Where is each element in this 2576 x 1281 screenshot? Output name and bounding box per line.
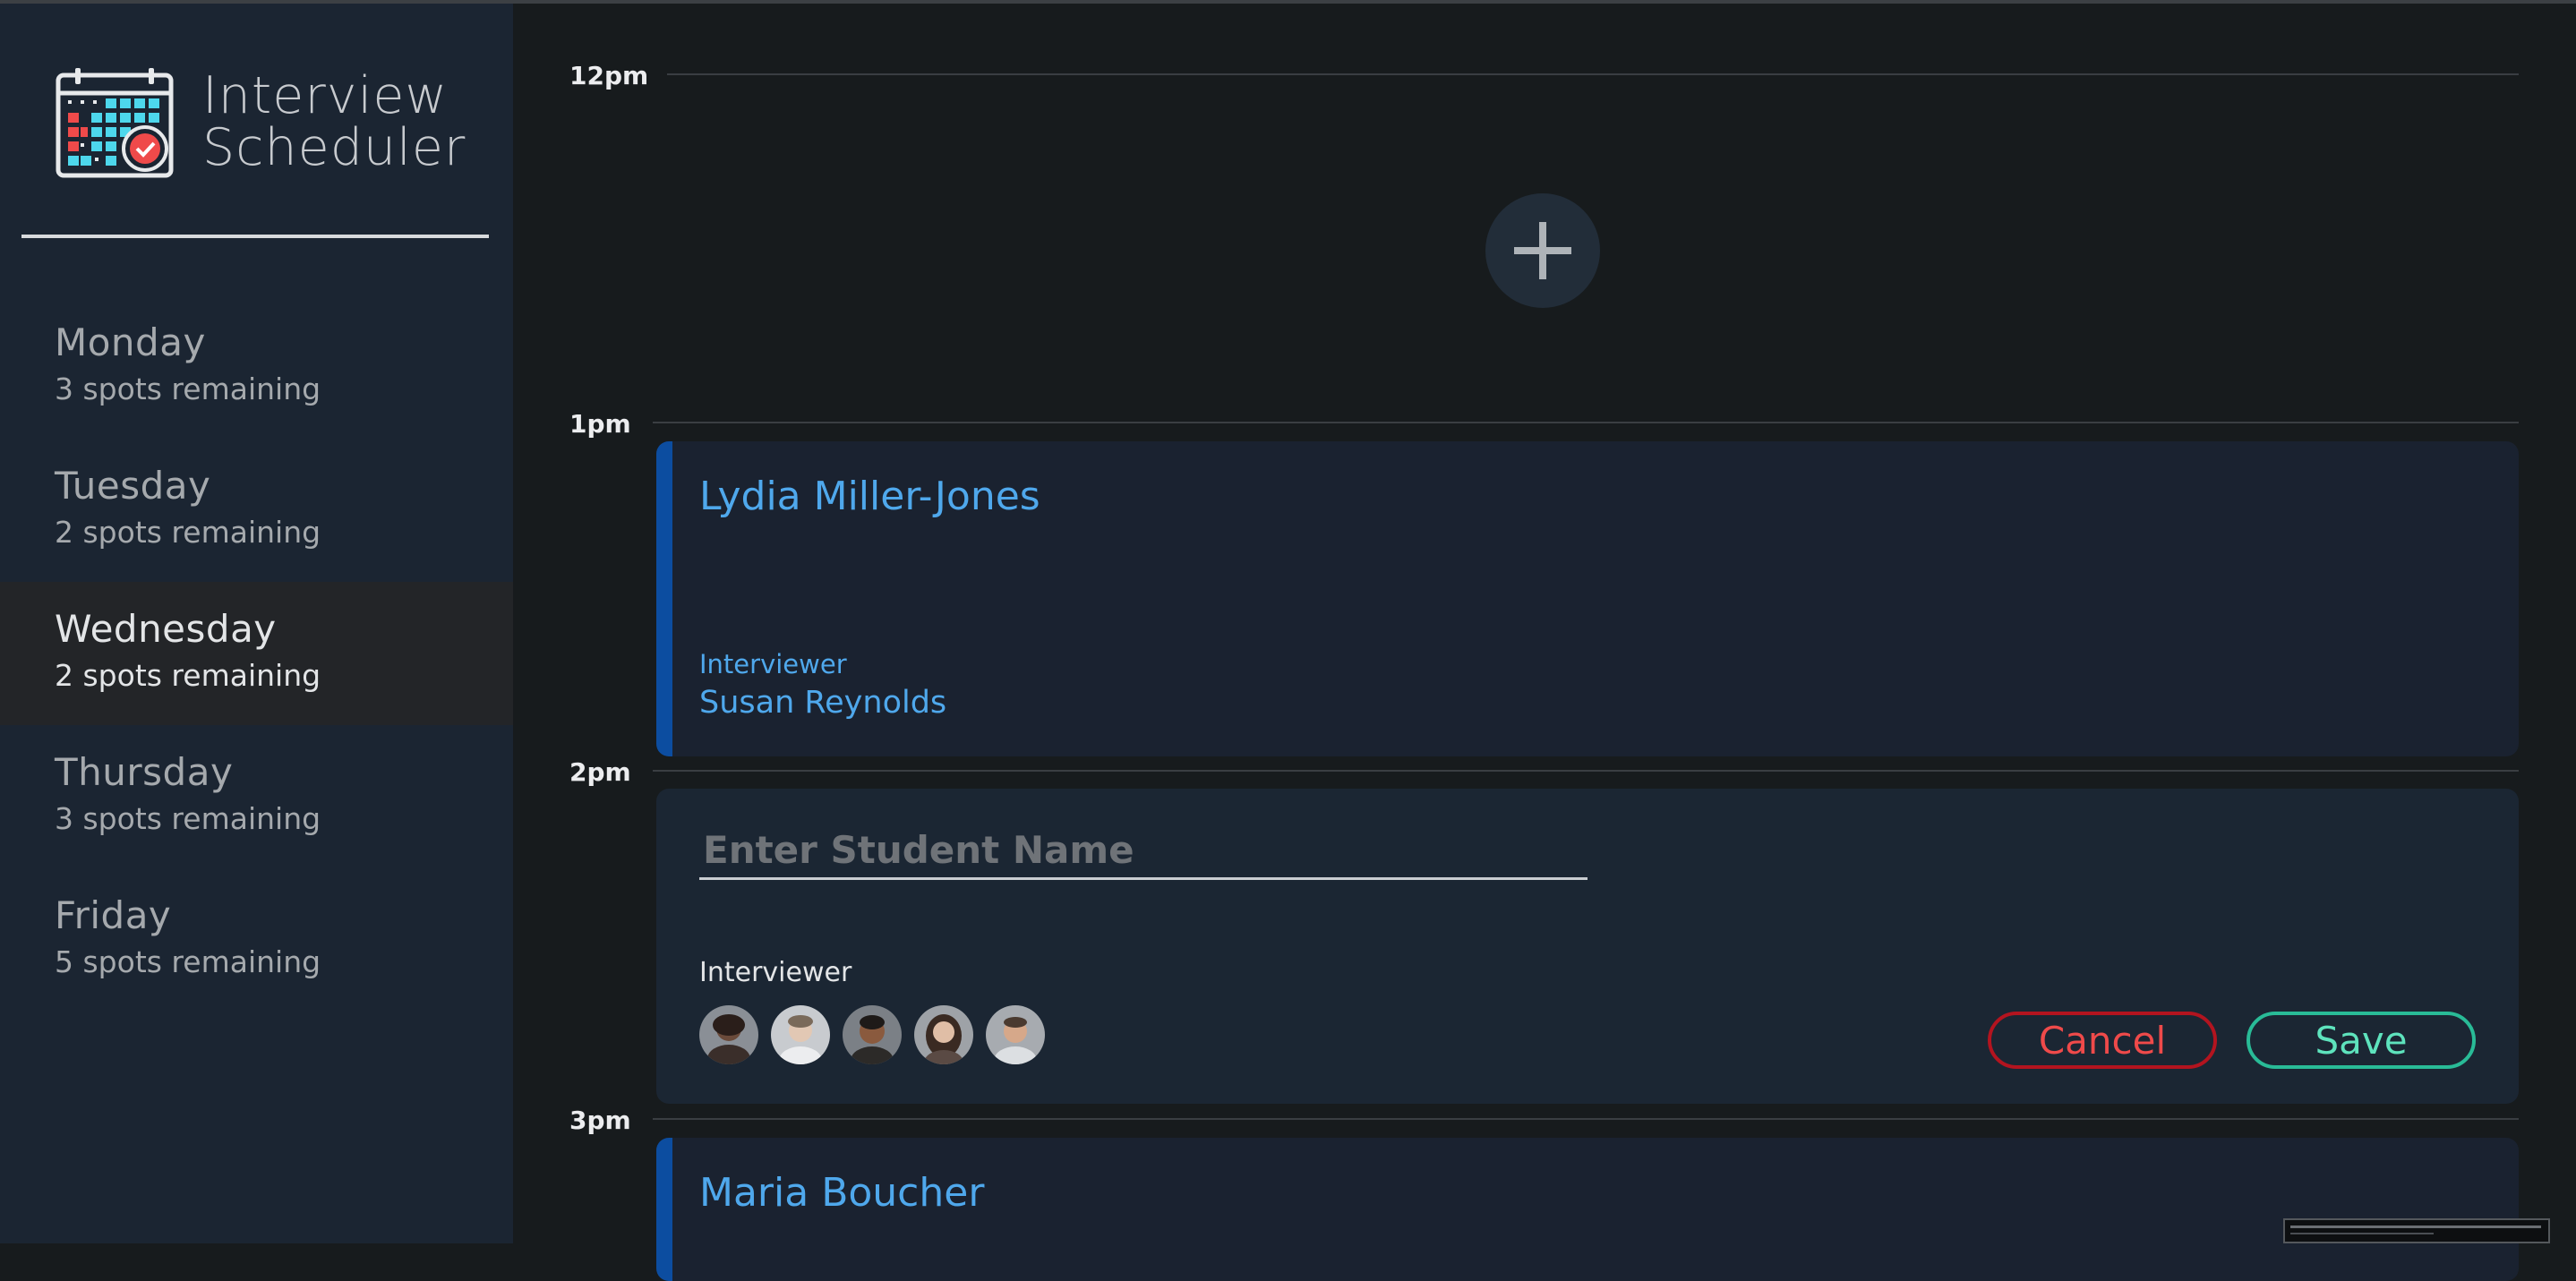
day-name: Monday xyxy=(55,320,206,364)
day-name: Wednesday xyxy=(55,607,277,651)
time-divider xyxy=(667,73,2519,75)
appointment-form: Interviewer Cancel Save xyxy=(656,789,2519,1104)
save-button[interactable]: Save xyxy=(2247,1012,2476,1069)
interviewer-avatar-4[interactable] xyxy=(914,1005,973,1064)
app-title-line-2: Scheduler xyxy=(202,118,466,177)
interviewer-label: Interviewer xyxy=(699,957,852,988)
interviewer-name: Susan Reynolds xyxy=(699,685,947,721)
time-label-3pm: 3pm xyxy=(569,1106,631,1135)
sidebar: Interview Scheduler Monday 3 spots remai… xyxy=(0,4,513,1243)
add-appointment-button[interactable] xyxy=(1485,193,1600,308)
student-name-input[interactable] xyxy=(699,823,1588,880)
day-name: Tuesday xyxy=(55,464,211,508)
calendar-check-icon xyxy=(56,68,174,178)
time-label-2pm: 2pm xyxy=(569,757,631,787)
interviewer-label: Interviewer xyxy=(699,649,847,679)
appointment-accent-bar xyxy=(656,441,672,756)
interviewer-avatar-5[interactable] xyxy=(986,1005,1045,1064)
appointment-card[interactable]: Maria Boucher xyxy=(656,1138,2519,1281)
day-spots-remaining: 2 spots remaining xyxy=(55,515,321,550)
day-name: Thursday xyxy=(55,750,234,794)
day-item-tuesday[interactable]: Tuesday 2 spots remaining xyxy=(0,439,513,582)
window-thumbnail-preview[interactable] xyxy=(2283,1218,2550,1243)
day-item-wednesday[interactable]: Wednesday 2 spots remaining xyxy=(0,582,513,725)
day-spots-remaining: 5 spots remaining xyxy=(55,944,321,979)
interviewer-avatar-2[interactable] xyxy=(771,1005,830,1064)
day-spots-remaining: 3 spots remaining xyxy=(55,371,321,406)
time-label-1pm: 1pm xyxy=(569,409,631,439)
time-divider xyxy=(653,422,2519,423)
day-item-friday[interactable]: Friday 5 spots remaining xyxy=(0,868,513,1012)
appointment-card[interactable]: Lydia Miller-Jones Interviewer Susan Rey… xyxy=(656,441,2519,756)
interviewer-avatar-1[interactable] xyxy=(699,1005,758,1064)
app-title: Interview Scheduler xyxy=(202,70,466,174)
day-name: Friday xyxy=(55,893,172,937)
appointment-accent-bar xyxy=(656,1138,672,1281)
day-spots-remaining: 2 spots remaining xyxy=(55,658,321,693)
day-item-thursday[interactable]: Thursday 3 spots remaining xyxy=(0,725,513,868)
cancel-button[interactable]: Cancel xyxy=(1988,1012,2217,1069)
interviewer-avatar-3[interactable] xyxy=(843,1005,902,1064)
time-divider xyxy=(653,1118,2519,1120)
sidebar-divider xyxy=(21,235,489,238)
student-name: Lydia Miller-Jones xyxy=(699,474,1040,519)
student-name: Maria Boucher xyxy=(699,1170,985,1216)
time-divider xyxy=(653,770,2519,772)
day-spots-remaining: 3 spots remaining xyxy=(55,801,321,836)
day-item-monday[interactable]: Monday 3 spots remaining xyxy=(0,295,513,439)
app-logo: Interview Scheduler xyxy=(56,66,465,183)
app-title-line-1: Interview xyxy=(202,66,449,125)
time-label-12pm: 12pm xyxy=(569,61,649,90)
